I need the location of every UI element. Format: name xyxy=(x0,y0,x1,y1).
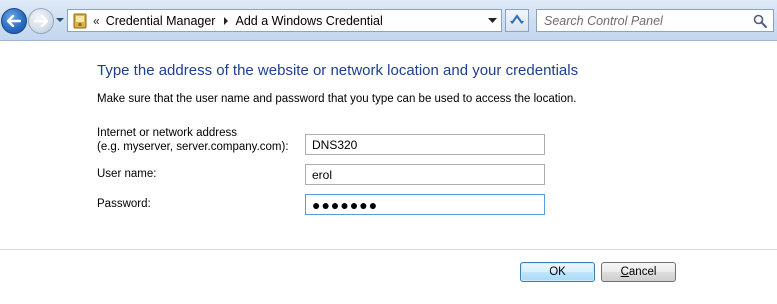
back-arrow-icon xyxy=(7,15,21,27)
breadcrumb-credential-manager[interactable]: Credential Manager xyxy=(106,14,216,28)
password-input[interactable] xyxy=(305,194,545,215)
username-label: User name: xyxy=(97,168,157,180)
chevron-down-icon xyxy=(56,18,64,22)
instruction-text: Make sure that the user name and passwor… xyxy=(97,93,577,105)
address-bar[interactable]: « Credential Manager Add a Windows Crede… xyxy=(67,9,502,32)
username-input[interactable] xyxy=(305,164,545,185)
network-address-input[interactable] xyxy=(305,134,545,155)
password-label: Password: xyxy=(97,198,151,210)
cancel-button[interactable]: Cancel xyxy=(601,262,676,282)
cancel-mnemonic: C xyxy=(620,266,629,278)
refresh-icon xyxy=(510,13,524,24)
breadcrumb-overflow[interactable]: « xyxy=(93,14,100,28)
address-label-line2: (e.g. myserver, server.company.com): xyxy=(97,141,289,153)
address-label-line1: Internet or network address xyxy=(97,127,237,139)
chevron-down-icon[interactable] xyxy=(488,17,497,24)
credential-manager-icon xyxy=(73,13,87,28)
back-button[interactable] xyxy=(1,8,27,34)
ok-button[interactable]: OK xyxy=(520,262,595,282)
search-placeholder[interactable]: Search Control Panel xyxy=(544,14,753,28)
forward-arrow-icon xyxy=(34,15,48,27)
cancel-label: ancel xyxy=(628,266,657,278)
footer-divider xyxy=(0,249,777,250)
navigation-bar: « Credential Manager Add a Windows Crede… xyxy=(0,0,777,41)
search-field[interactable]: Search Control Panel xyxy=(536,9,774,32)
forward-button[interactable] xyxy=(28,8,54,34)
refresh-button[interactable] xyxy=(505,9,529,32)
page-title: Type the address of the website or netwo… xyxy=(97,62,579,79)
recent-pages-dropdown[interactable] xyxy=(55,15,65,25)
breadcrumb-add-windows-credential[interactable]: Add a Windows Credential xyxy=(235,14,382,28)
search-icon[interactable] xyxy=(753,14,767,28)
breadcrumb-arrow-icon[interactable] xyxy=(223,16,229,25)
